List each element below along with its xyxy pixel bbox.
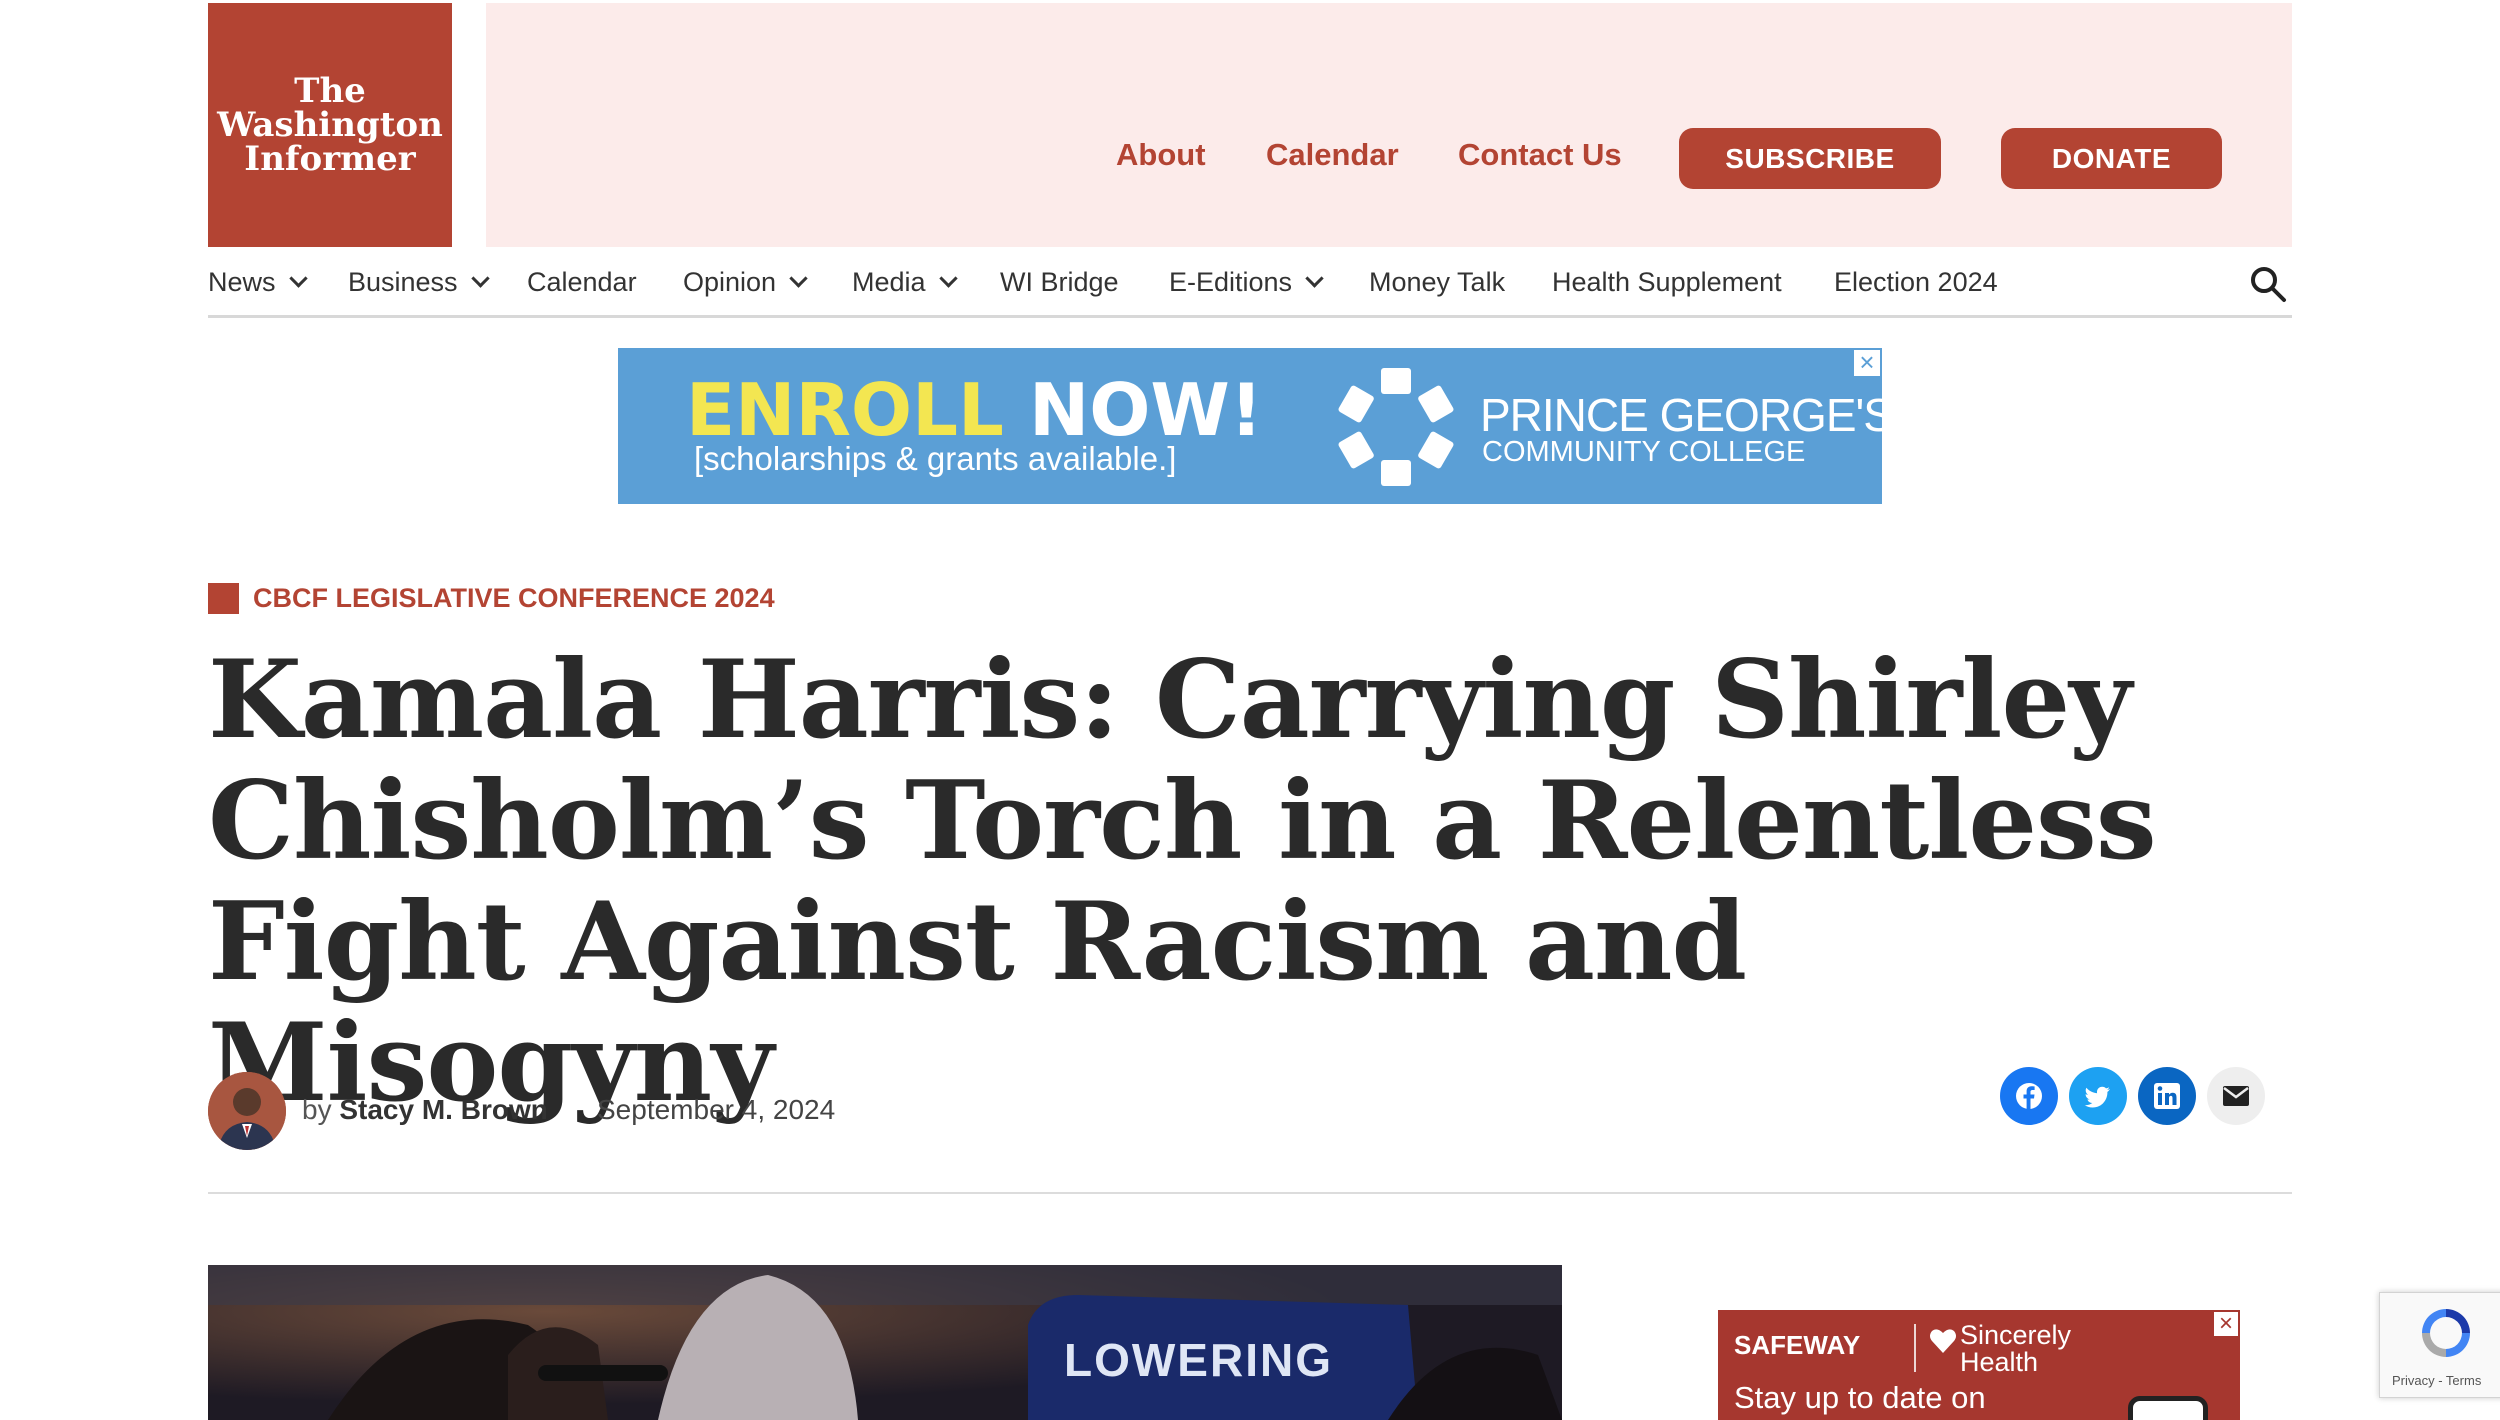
share-email-button[interactable] <box>2207 1067 2265 1125</box>
subscribe-button[interactable]: SUBSCRIBE <box>1679 128 1941 189</box>
author-photo <box>208 1072 286 1150</box>
category-label: CBCF LEGISLATIVE CONFERENCE 2024 <box>253 583 775 613</box>
nav-label: Money Talk <box>1369 267 1506 297</box>
close-icon[interactable]: × <box>1852 348 1882 378</box>
nav-item-business[interactable]: Business <box>348 267 490 298</box>
nav-label: Media <box>852 267 926 297</box>
chevron-down-icon <box>789 269 808 288</box>
hero-photo <box>208 1265 1562 1420</box>
site-logo[interactable]: The Washington Informer <box>208 3 452 247</box>
nav-item-news[interactable]: News <box>208 267 308 298</box>
article-headline: Kamala Harris: Carrying Shirley Chisholm… <box>208 637 2157 1126</box>
byline: by Stacy M. Brown <box>302 1094 548 1126</box>
contact-link[interactable]: Contact Us <box>1458 137 1622 173</box>
nav-label: Calendar <box>527 267 637 297</box>
nav-label: Business <box>348 267 458 297</box>
article-hero-image[interactable]: LOWERING <box>208 1265 1562 1420</box>
nav-label: News <box>208 267 276 297</box>
college-ad-banner[interactable]: ENROLL NOW! [scholarships & grants avail… <box>618 348 1882 504</box>
chevron-down-icon <box>938 269 958 288</box>
ad-tagline: Stay up to date on <box>1734 1380 1986 1415</box>
email-icon <box>2223 1086 2249 1106</box>
author-avatar[interactable] <box>208 1072 286 1150</box>
close-icon[interactable]: × <box>2212 1310 2240 1338</box>
nav-item-opinion[interactable]: Opinion <box>683 267 808 298</box>
share-facebook-button[interactable] <box>2000 1067 2058 1125</box>
nav-item-calendar[interactable]: Calendar <box>527 267 637 298</box>
recaptcha-links[interactable]: Privacy - Terms <box>2392 1373 2481 1388</box>
nav-label: Health Supplement <box>1552 267 1782 297</box>
college-subtitle: COMMUNITY COLLEGE <box>1482 436 1806 468</box>
nav-item-election-2024[interactable]: Election 2024 <box>1834 267 1998 298</box>
article-category[interactable]: CBCF LEGISLATIVE CONFERENCE 2024 <box>208 583 775 614</box>
nav-item-health-supplement[interactable]: Health Supplement <box>1552 267 1782 298</box>
college-logo-icon <box>1338 368 1454 486</box>
nav-label: E-Editions <box>1169 267 1293 297</box>
phone-mockup <box>2128 1396 2208 1420</box>
safeway-brand: SAFEWAY <box>1734 1330 1861 1360</box>
chevron-down-icon <box>1305 269 1324 288</box>
nav-label: WI Bridge <box>1000 267 1119 297</box>
heart-icon <box>1930 1329 1956 1353</box>
header-band: About Calendar Contact Us SUBSCRIBE DONA… <box>486 3 2292 247</box>
ad-subtext: [scholarships & grants available.] <box>694 440 1177 477</box>
calendar-link[interactable]: Calendar <box>1266 137 1399 173</box>
about-link[interactable]: About <box>1116 137 1206 173</box>
recaptcha-badge[interactable]: Privacy - Terms <box>2379 1292 2500 1398</box>
linkedin-icon <box>2154 1083 2180 1109</box>
share-twitter-button[interactable] <box>2069 1067 2127 1125</box>
nav-item-e-editions[interactable]: E-Editions <box>1169 267 1324 298</box>
ad-divider <box>1914 1324 1916 1372</box>
chevron-down-icon <box>288 269 308 288</box>
search-icon[interactable] <box>2248 264 2288 304</box>
nav-label: Election 2024 <box>1834 267 1998 297</box>
college-name: PRINCE GEORGE'S <box>1480 389 1882 441</box>
twitter-icon <box>2084 1086 2110 1108</box>
nav-item-money-talk[interactable]: Money Talk <box>1369 267 1505 298</box>
sincerely-health-label: Sincerely Health <box>1960 1320 2072 1377</box>
nav-item-media[interactable]: Media <box>852 267 958 298</box>
hero-sign-text: LOWERING <box>1064 1334 1333 1386</box>
logo-text: The Washington Informer <box>217 71 443 179</box>
chevron-down-icon <box>470 269 490 288</box>
byline-divider <box>208 1192 2292 1194</box>
recaptcha-icon <box>2422 1309 2470 1357</box>
nav-item-wi-bridge[interactable]: WI Bridge <box>1000 267 1119 298</box>
author-link[interactable]: Stacy M. Brown <box>339 1094 547 1125</box>
facebook-icon <box>2016 1083 2042 1109</box>
publish-date: September 4, 2024 <box>597 1094 836 1125</box>
safeway-ad[interactable]: SAFEWAY Sincerely Health Stay up to date… <box>1718 1310 2240 1420</box>
byline-prefix: by <box>302 1094 332 1125</box>
nav-label: Opinion <box>683 267 777 297</box>
donate-button[interactable]: DONATE <box>2001 128 2222 189</box>
share-linkedin-button[interactable] <box>2138 1067 2196 1125</box>
category-marker <box>208 583 239 614</box>
main-nav: News Business Calendar Opinion Media WI … <box>208 247 2292 318</box>
